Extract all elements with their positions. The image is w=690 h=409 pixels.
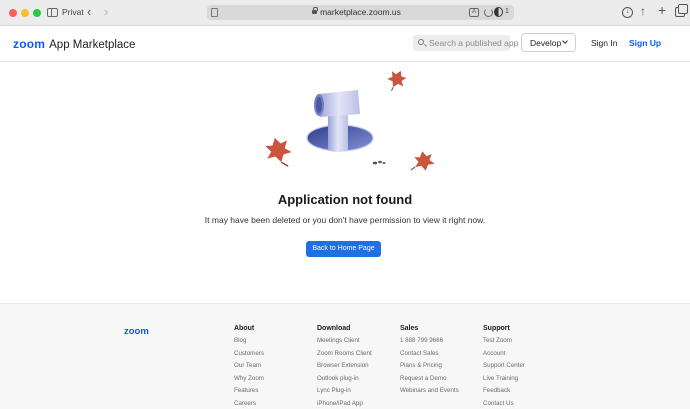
footer-link[interactable]: Careers bbox=[234, 400, 264, 409]
footer-column-download: Download Meetings Client Zoom Rooms Clie… bbox=[317, 325, 372, 409]
browser-toolbar: Privat ‹ › marketplace.zoom.us A 1 ↓ ↑ + bbox=[0, 0, 690, 26]
develop-dropdown[interactable]: Develop bbox=[521, 33, 576, 52]
footer-link[interactable]: 1 888 799 9666 bbox=[400, 337, 459, 350]
footer-column-title: Support bbox=[483, 325, 510, 332]
plus-icon[interactable]: + bbox=[658, 2, 666, 18]
footer-link[interactable]: Customers bbox=[234, 350, 264, 363]
footer-column-sales: Sales 1 888 799 9666 Contact Sales Plans… bbox=[400, 325, 459, 400]
search-placeholder: Search a published app bbox=[429, 38, 519, 48]
footer-column-support: Support Test Zoom Account Support Center… bbox=[483, 325, 525, 409]
footer-link[interactable]: Zoom Rooms Client bbox=[317, 350, 372, 363]
url-text[interactable]: marketplace.zoom.us bbox=[207, 7, 514, 17]
pebble bbox=[378, 160, 382, 164]
pebble bbox=[372, 161, 378, 165]
reload-icon[interactable] bbox=[484, 8, 493, 17]
app-marketplace-title[interactable]: App Marketplace bbox=[49, 39, 135, 51]
pipe-horizontal bbox=[318, 90, 360, 117]
page-title: Application not found bbox=[277, 192, 413, 207]
footer-column-title: About bbox=[234, 325, 255, 332]
footer-link[interactable]: Features bbox=[234, 387, 264, 400]
chevron-right-icon[interactable]: › bbox=[104, 4, 108, 20]
footer-link[interactable]: Lync Plug-in bbox=[317, 387, 372, 400]
minimize-window-button[interactable] bbox=[21, 9, 29, 17]
footer-link[interactable]: Webinars and Events bbox=[400, 387, 459, 400]
footer-column-about: About Blog Customers Our Team Why Zoom F… bbox=[234, 325, 264, 409]
footer-link[interactable]: Meetings Client bbox=[317, 337, 372, 350]
translate-icon[interactable]: A bbox=[469, 8, 479, 17]
footer-link[interactable]: Feedback bbox=[483, 387, 525, 400]
footer-link[interactable]: Outlook plug-in bbox=[317, 375, 372, 388]
sign-up-link[interactable]: Sign Up bbox=[629, 38, 661, 48]
footer-link[interactable]: Live Training bbox=[483, 375, 525, 388]
footer-link[interactable]: Contact Sales bbox=[400, 350, 459, 363]
search-icon bbox=[418, 39, 424, 45]
footer-link[interactable]: Contact Us bbox=[483, 400, 525, 409]
site-header: zoom App Marketplace Search a published a… bbox=[0, 26, 690, 62]
footer-link[interactable]: Request a Demo bbox=[400, 375, 459, 388]
leaf-icon bbox=[410, 151, 435, 171]
shield-icon[interactable] bbox=[494, 7, 503, 17]
close-window-button[interactable] bbox=[9, 9, 17, 17]
footer: zoom About Blog Customers Our Team Why Z… bbox=[0, 303, 690, 409]
footer-link[interactable]: Account bbox=[483, 350, 525, 363]
sidebar-icon[interactable] bbox=[47, 8, 58, 17]
footer-link[interactable]: Our Team bbox=[234, 362, 264, 375]
tabs-icon[interactable] bbox=[675, 4, 688, 17]
footer-link[interactable]: Support Center bbox=[483, 362, 525, 375]
download-icon[interactable]: ↓ bbox=[622, 7, 633, 18]
pebble bbox=[382, 161, 386, 165]
share-icon[interactable]: ↑ bbox=[640, 4, 646, 18]
extension-count: 1 bbox=[505, 8, 509, 15]
sign-in-link[interactable]: Sign In bbox=[591, 38, 617, 48]
pipe-opening-inner bbox=[316, 97, 322, 113]
error-message: It may have been deleted or you don't ha… bbox=[204, 215, 486, 225]
footer-link[interactable]: iPhone/iPad App bbox=[317, 400, 372, 409]
tab-group-label[interactable]: Privat bbox=[62, 7, 84, 17]
footer-link[interactable]: Test Zoom bbox=[483, 337, 525, 350]
footer-zoom-logo[interactable]: zoom bbox=[124, 326, 149, 337]
footer-link[interactable]: Why Zoom bbox=[234, 375, 264, 388]
leaf-icon bbox=[265, 137, 292, 167]
footer-column-title: Download bbox=[317, 325, 351, 332]
zoom-logo[interactable]: zoom bbox=[13, 37, 45, 51]
not-found-illustration bbox=[265, 70, 435, 171]
leaf-icon bbox=[387, 70, 407, 91]
footer-column-title: Sales bbox=[400, 325, 419, 332]
footer-link[interactable]: Plans & Pricing bbox=[400, 362, 459, 375]
footer-link[interactable]: Browser Extension bbox=[317, 362, 372, 375]
chevron-down-icon bbox=[562, 38, 568, 44]
zoom-window-button[interactable] bbox=[33, 9, 41, 17]
develop-label: Develop bbox=[530, 38, 562, 48]
footer-link[interactable]: Blog bbox=[234, 337, 264, 350]
address-bar[interactable]: marketplace.zoom.us A bbox=[207, 5, 514, 20]
pipe-vertical bbox=[328, 114, 348, 152]
chevron-left-icon[interactable]: ‹ bbox=[87, 4, 91, 20]
brand-logo[interactable]: zoom App Marketplace bbox=[13, 37, 135, 51]
back-to-home-button[interactable]: Back to Home Page bbox=[306, 241, 381, 257]
search-input[interactable]: Search a published app bbox=[413, 35, 518, 51]
